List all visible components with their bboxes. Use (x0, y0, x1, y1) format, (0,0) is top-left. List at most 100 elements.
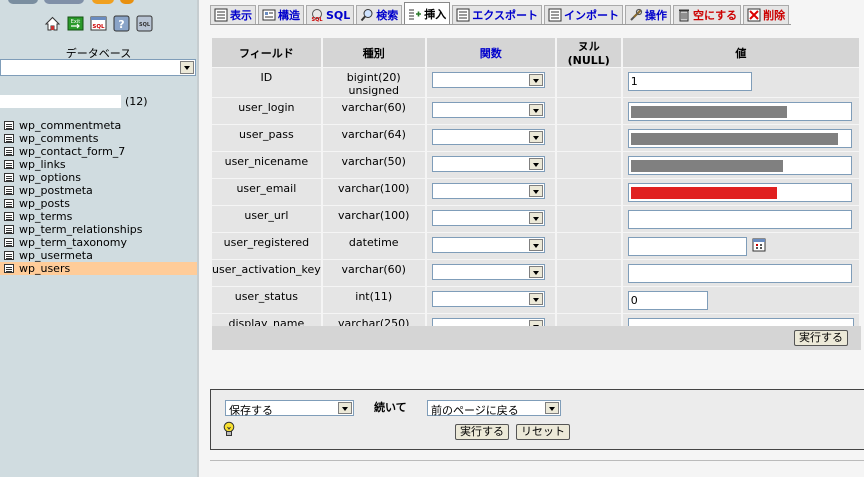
table-icon[interactable] (4, 264, 14, 273)
table-icon[interactable] (4, 173, 14, 182)
field-type: varchar(60) (322, 260, 425, 286)
function-cell (426, 287, 555, 313)
query-icon[interactable]: SQL (136, 15, 153, 32)
chevron-down-icon[interactable] (528, 293, 543, 305)
chevron-down-icon[interactable] (528, 266, 543, 278)
table-icon[interactable] (4, 134, 14, 143)
function-select[interactable] (431, 210, 545, 226)
exit-icon[interactable]: Exit (67, 15, 84, 32)
table-icon[interactable] (4, 147, 14, 156)
chevron-down-icon[interactable] (528, 239, 543, 251)
function-select[interactable] (431, 291, 545, 307)
save-mode-select[interactable]: 保存する (225, 400, 354, 417)
reset-button[interactable]: リセット (516, 424, 570, 440)
tab-search[interactable]: 検索 (356, 5, 403, 24)
chevron-down-icon[interactable] (528, 74, 543, 86)
table-item[interactable]: wp_term_taxonomy (0, 236, 197, 249)
chevron-down-icon[interactable] (528, 212, 543, 224)
table-name[interactable]: wp_postmeta (19, 184, 93, 197)
table-name[interactable]: wp_terms (19, 210, 72, 223)
table-name[interactable]: wp_posts (19, 197, 70, 210)
value-input[interactable] (627, 129, 852, 148)
table-name[interactable]: wp_links (19, 158, 66, 171)
table-icon[interactable] (4, 225, 14, 234)
function-select[interactable] (431, 237, 545, 253)
table-item[interactable]: wp_links (0, 158, 197, 171)
tab-structure[interactable]: 構造 (258, 5, 304, 24)
database-name[interactable] (0, 95, 121, 108)
table-item[interactable]: wp_terms (0, 210, 197, 223)
tab-sql[interactable]: SQL SQL (306, 5, 355, 24)
table-icon[interactable] (4, 160, 14, 169)
table-name[interactable]: wp_contact_form_7 (19, 145, 125, 158)
help-icon[interactable]: ? (113, 15, 130, 32)
tab-label: 空にする (692, 9, 738, 22)
table-name[interactable]: wp_comments (19, 132, 98, 145)
value-input[interactable] (627, 237, 747, 256)
function-select[interactable] (431, 72, 545, 88)
function-select[interactable] (431, 129, 545, 145)
chevron-down-icon[interactable] (180, 61, 194, 74)
after-action-select[interactable]: 前のページに戻る (427, 400, 561, 417)
table-icon[interactable] (4, 199, 14, 208)
table-item[interactable]: wp_comments (0, 132, 197, 145)
chevron-down-icon[interactable] (528, 104, 543, 116)
table-item[interactable]: wp_contact_form_7 (0, 145, 197, 158)
value-input[interactable] (627, 264, 852, 283)
sql-icon[interactable]: SQL (90, 15, 107, 32)
function-select[interactable] (431, 156, 545, 172)
chevron-down-icon[interactable] (528, 131, 543, 143)
value-input[interactable]: 0 (627, 291, 708, 310)
header-function[interactable]: 関数 (426, 38, 555, 67)
function-select[interactable] (431, 102, 545, 118)
tab-insert[interactable]: 挿入 (404, 2, 451, 24)
table-icon[interactable] (4, 212, 14, 221)
table-icon[interactable] (4, 186, 14, 195)
chevron-down-icon[interactable] (528, 185, 543, 197)
table-name[interactable]: wp_users (19, 262, 70, 275)
table-name[interactable]: wp_term_relationships (19, 223, 143, 236)
table-item[interactable]: wp_posts (0, 197, 197, 210)
value-input[interactable]: 1 (627, 72, 752, 91)
table-row: user_registered datetime (212, 233, 859, 259)
go-button[interactable]: 実行する (455, 424, 509, 440)
value-input[interactable] (627, 156, 852, 175)
tab-export[interactable]: エクスポート (452, 5, 542, 24)
function-select[interactable] (431, 264, 545, 280)
table-item[interactable]: wp_usermeta (0, 249, 197, 262)
database-select[interactable] (0, 59, 196, 76)
home-icon[interactable] (44, 15, 61, 32)
tab-browse[interactable]: 表示 (210, 5, 256, 24)
table-item-active[interactable]: wp_users (0, 262, 197, 275)
chevron-down-icon[interactable] (338, 402, 352, 414)
field-name: user_pass (212, 125, 321, 151)
null-cell (556, 98, 621, 124)
tab-operations[interactable]: 操作 (624, 5, 671, 24)
table-item[interactable]: wp_options (0, 171, 197, 184)
table-item[interactable]: wp_term_relationships (0, 223, 197, 236)
after-insert-panel: 保存する 続いて 前のページに戻る 実行する リセット (210, 389, 864, 450)
tab-drop[interactable]: 削除 (743, 5, 790, 24)
value-input[interactable] (627, 210, 852, 229)
field-name: ID (212, 68, 321, 97)
table-icon[interactable] (4, 121, 14, 130)
function-select[interactable] (431, 183, 545, 199)
tab-empty[interactable]: 空にする (672, 5, 742, 24)
value-input[interactable] (627, 183, 852, 202)
calendar-icon[interactable] (752, 238, 766, 252)
tab-import[interactable]: インポート (543, 5, 623, 24)
table-icon[interactable] (4, 238, 14, 247)
table-name[interactable]: wp_options (19, 171, 81, 184)
table-name[interactable]: wp_commentmeta (19, 119, 121, 132)
table-item[interactable]: wp_commentmeta (0, 119, 197, 132)
go-button[interactable]: 実行する (794, 330, 848, 346)
value-input[interactable] (627, 102, 852, 121)
table-name[interactable]: wp_usermeta (19, 249, 93, 262)
chevron-down-icon[interactable] (528, 158, 543, 170)
table-item[interactable]: wp_postmeta (0, 184, 197, 197)
table-name[interactable]: wp_term_taxonomy (19, 236, 127, 249)
redacted-value (630, 187, 777, 199)
table-icon[interactable] (4, 251, 14, 260)
chevron-down-icon[interactable] (545, 402, 559, 414)
function-cell (426, 206, 555, 232)
